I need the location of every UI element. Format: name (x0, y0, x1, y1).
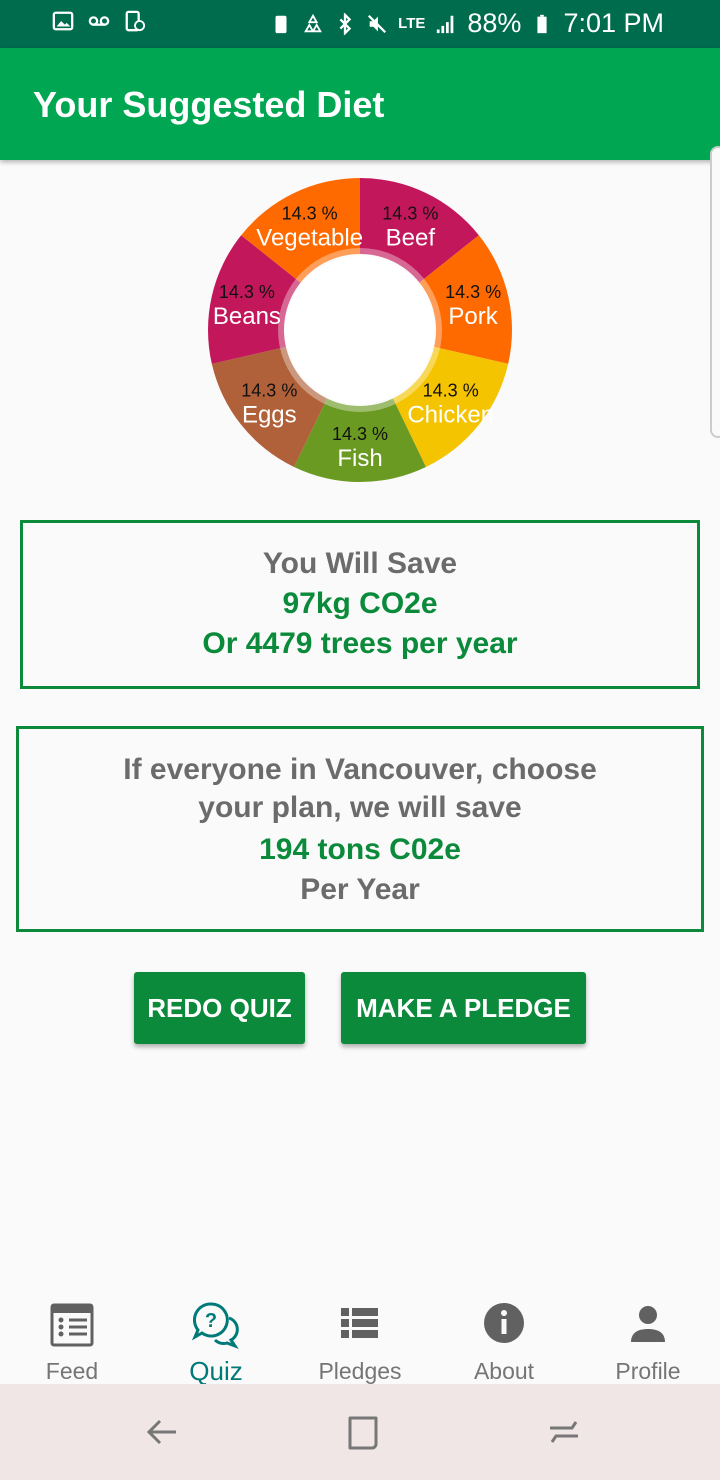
network-type: LTE (398, 15, 426, 32)
device-clock-icon (125, 10, 146, 32)
list-icon (341, 1308, 378, 1338)
person-icon (631, 1306, 665, 1342)
nav-item-feed[interactable]: Feed (0, 1288, 144, 1384)
page-title: Your Suggested Diet (33, 84, 385, 125)
back-icon[interactable] (142, 1412, 182, 1452)
bluetooth-icon (339, 12, 352, 35)
slice-percent-fish: 14.3 % (332, 424, 388, 444)
status-bar: LTE 88% 7:01 PM (0, 0, 720, 48)
city-savings-card: If everyone in Vancouver, choose your pl… (16, 726, 704, 932)
donut-svg: 14.3 %Beef14.3 %Pork14.3 %Chicken14.3 %F… (208, 178, 512, 482)
slice-label-chicken: Chicken (407, 401, 494, 428)
slice-percent-vegetable: 14.3 % (282, 203, 338, 223)
battery-saver-icon (275, 15, 287, 33)
slice-label-fish: Fish (337, 445, 382, 472)
system-nav-bar (0, 1384, 720, 1480)
nav-item-profile[interactable]: Profile (576, 1288, 720, 1384)
slice-label-pork: Pork (448, 303, 498, 330)
nav-label-pledges: Pledges (318, 1358, 402, 1384)
scroll-edge-indicator (710, 146, 720, 438)
recycle-icon (304, 13, 323, 32)
nav-label-about: About (473, 1358, 535, 1384)
nav-item-about[interactable]: About (432, 1288, 576, 1384)
savings-heading: You Will Save (262, 547, 458, 580)
slice-percent-pork: 14.3 % (445, 282, 501, 302)
quiz-icon: ? (191, 1302, 239, 1350)
nav-item-pledges[interactable]: Pledges (288, 1288, 432, 1384)
slice-percent-beef: 14.3 % (382, 203, 438, 223)
city-period: Per Year (300, 873, 420, 906)
voicemail-icon (88, 16, 110, 26)
slice-percent-chicken: 14.3 % (423, 380, 479, 400)
slice-label-beans: Beans (213, 303, 281, 330)
clock-time: 7:01 PM (563, 8, 664, 38)
recents-icon[interactable] (544, 1412, 584, 1452)
app-bar: Your Suggested Diet (0, 48, 720, 160)
city-amount: 194 tons C02e (259, 833, 461, 866)
home-icon[interactable] (342, 1412, 382, 1452)
bottom-nav: Feed ? Quiz Pledges About Profile (0, 1288, 720, 1386)
city-heading: If everyone in Vancouver, choose your pl… (123, 753, 597, 824)
slice-label-eggs: Eggs (242, 401, 297, 428)
nav-label-feed: Feed (45, 1358, 99, 1384)
slice-label-vegetable: Vegetable (256, 224, 363, 251)
savings-amount: 97kg CO2e (282, 587, 438, 620)
redo-quiz-button[interactable]: REDO QUIZ (134, 972, 305, 1044)
diet-donut-chart: 14.3 % Beef 14.3 % Pork 14.3 % Chicken 14.3 % F… (208, 178, 512, 482)
mute-icon (368, 14, 387, 33)
savings-card: You Will Save 97kg CO2e Or 4479 trees pe… (20, 520, 700, 689)
donut-hole (286, 256, 434, 404)
feed-icon (50, 1303, 94, 1347)
make-pledge-button[interactable]: MAKE A PLEDGE (341, 972, 586, 1044)
slice-label-beef: Beef (386, 224, 436, 251)
slice-percent-eggs: 14.3 % (241, 380, 297, 400)
savings-trees: Or 4479 trees per year (202, 627, 518, 660)
svg-text:?: ? (205, 1310, 217, 1332)
info-icon (484, 1303, 524, 1343)
nav-item-quiz[interactable]: ? Quiz (144, 1288, 288, 1386)
image-icon (52, 11, 74, 31)
signal-icon (437, 15, 454, 33)
nav-label-quiz: Quiz (189, 1356, 243, 1386)
nav-label-profile: Profile (615, 1358, 681, 1384)
battery-percent: 88% (467, 8, 522, 38)
battery-icon (537, 14, 548, 33)
slice-percent-beans: 14.3 % (219, 282, 275, 302)
